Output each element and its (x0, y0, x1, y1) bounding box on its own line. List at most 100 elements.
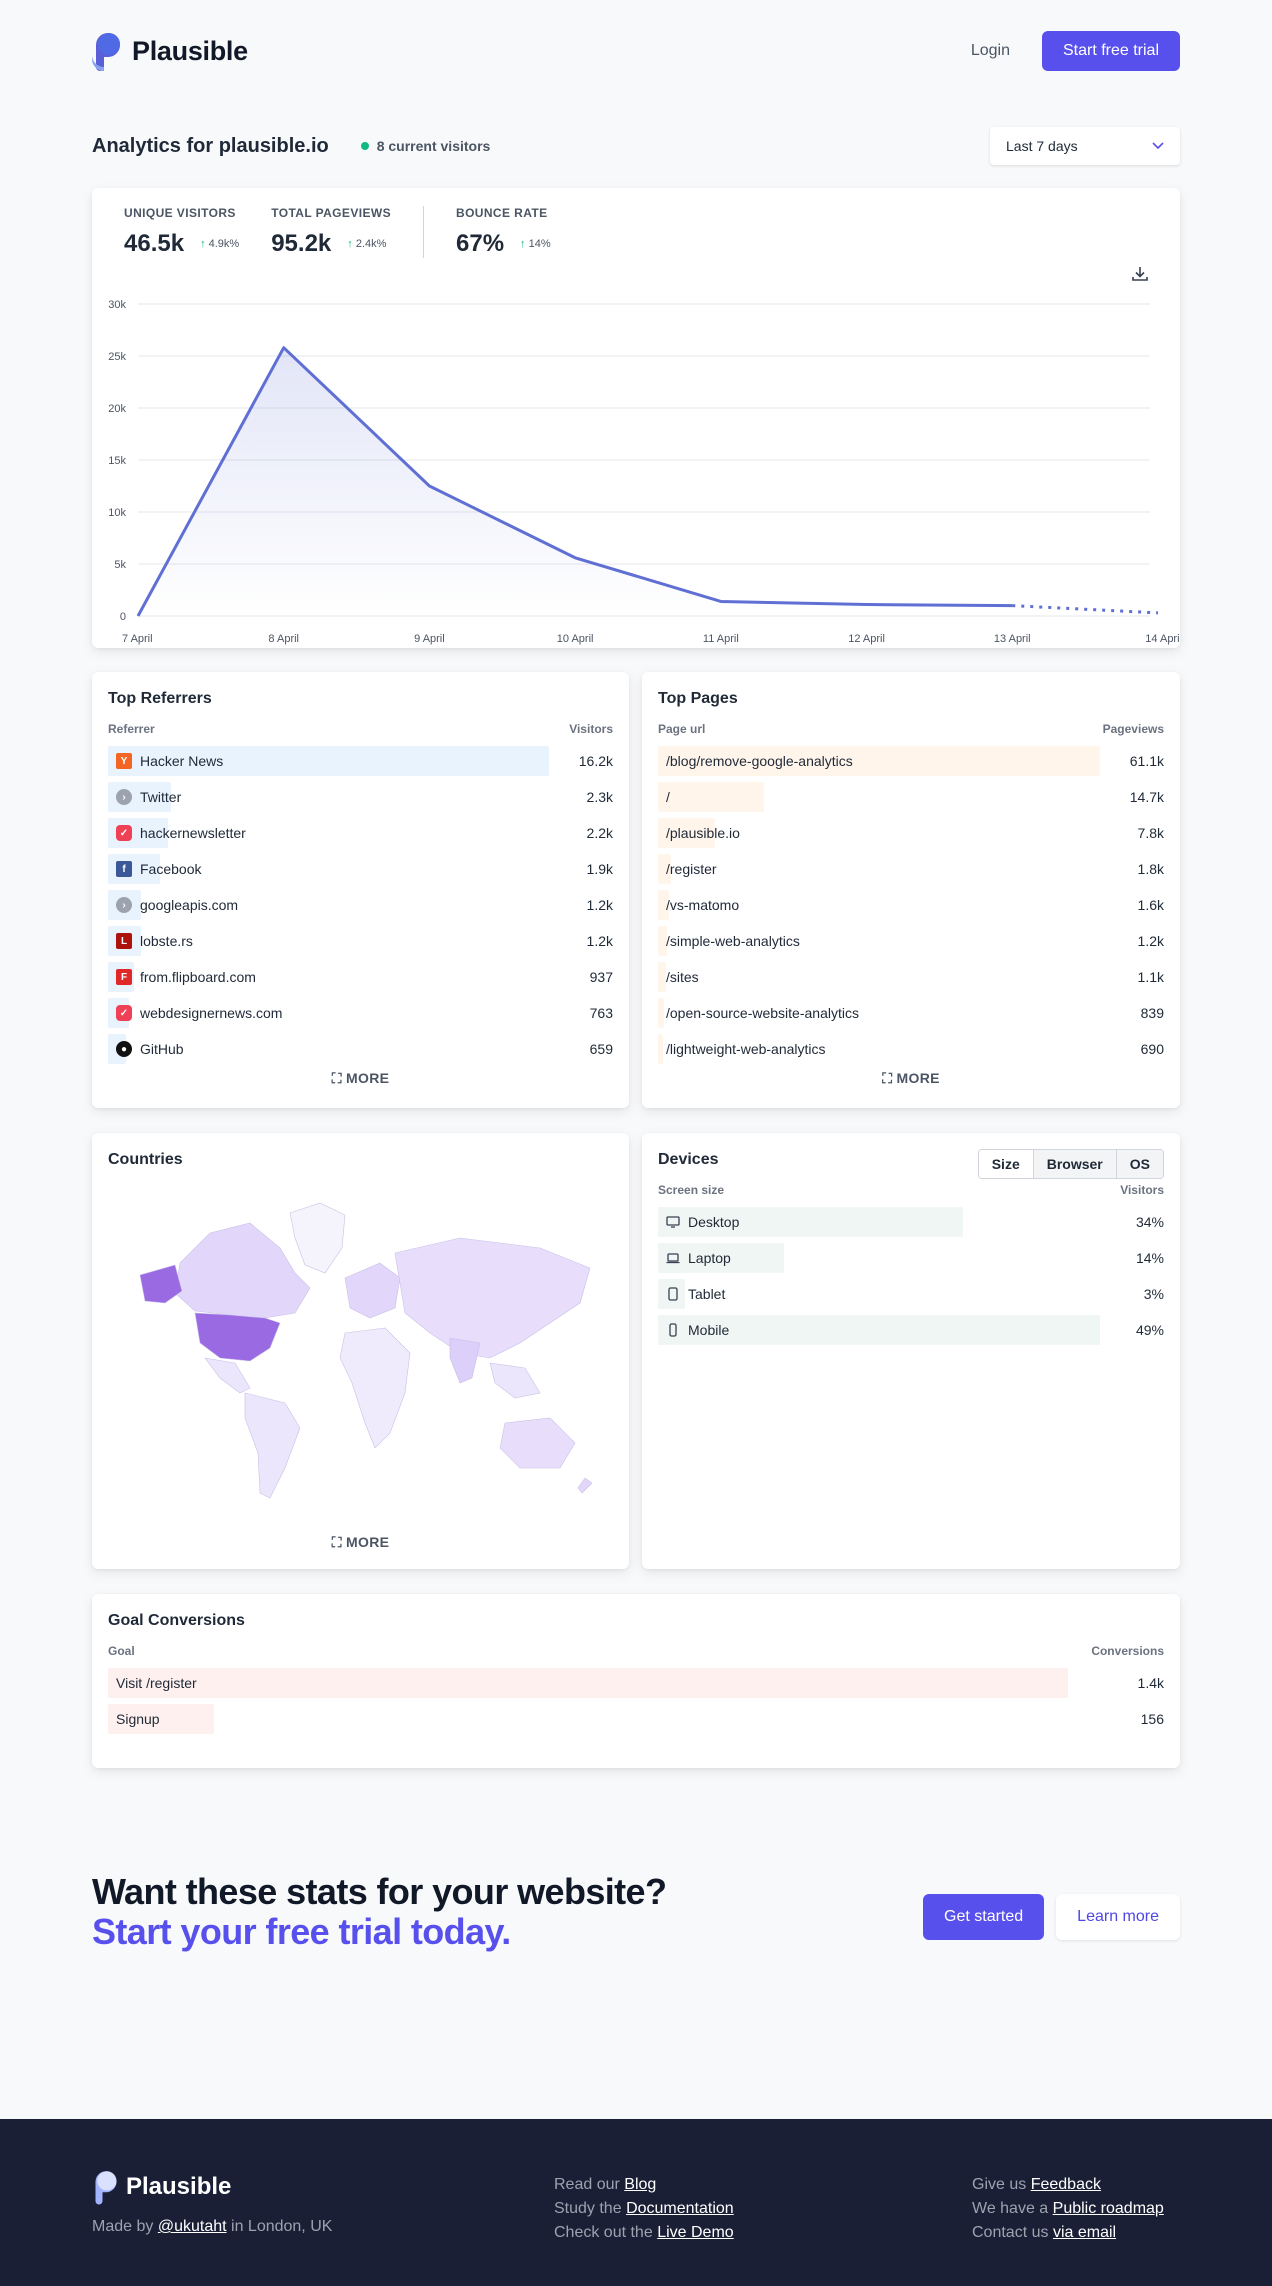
list-row[interactable]: f Facebook 1.9k (108, 854, 613, 884)
contact-link[interactable]: via email (1053, 2224, 1116, 2241)
made-by-suffix: in London, UK (231, 2218, 333, 2235)
login-link[interactable]: Login (971, 42, 1010, 60)
start-trial-button[interactable]: Start free trial (1041, 31, 1180, 71)
blog-prefix: Read our (554, 2176, 620, 2193)
row-value: 16.2k (578, 753, 613, 769)
row-value: 659 (589, 1041, 613, 1057)
row-label: /sites (658, 969, 699, 985)
list-row[interactable]: /lightweight-web-analytics 690 (658, 1034, 1164, 1064)
list-row[interactable]: ✓ webdesignernews.com 763 (108, 998, 613, 1028)
x-tick-label: 10 April (557, 633, 594, 645)
card-title: Top Referrers (108, 690, 212, 707)
list-row[interactable]: /register 1.8k (658, 854, 1164, 884)
list-row[interactable]: /simple-web-analytics 1.2k (658, 926, 1164, 956)
list-row[interactable]: /sites 1.1k (658, 962, 1164, 992)
list-row[interactable]: Llobste.rs 1.2k (108, 926, 613, 956)
list-row[interactable]: Y Hacker News 16.2k (108, 746, 613, 776)
list-row[interactable]: Visit /register 1.4k (108, 1668, 1164, 1698)
goal-conversions-card: Goal Conversions Goal Conversions Visit … (92, 1594, 1180, 1768)
download-icon[interactable] (1130, 264, 1150, 284)
row-label-text: googleapis.com (140, 897, 239, 913)
cta-buttons: Get started Learn more (923, 1894, 1180, 1940)
contact-prefix: Contact us (972, 2224, 1049, 2241)
list-row[interactable]: ● GitHub 659 (108, 1034, 613, 1064)
row-label: /open-source-website-analytics (658, 1005, 859, 1021)
row-label-text: /sites (666, 969, 699, 985)
stat-change-value: 2.4k% (355, 238, 387, 250)
card-title: Countries (108, 1151, 183, 1168)
row-label-text: /plausible.io (666, 825, 740, 841)
series-area (138, 347, 1013, 616)
list-row[interactable]: Desktop 34% (658, 1207, 1164, 1237)
stat-total-pageviews[interactable]: TOTAL PAGEVIEWS 95.2k ↑ 2.4k% (271, 206, 423, 258)
author-link[interactable]: @ukutaht (158, 2218, 227, 2235)
feedback-link[interactable]: Feedback (1031, 2176, 1101, 2193)
col-value: Visitors (569, 722, 613, 736)
stat-change-value: 4.9k% (208, 238, 240, 250)
page-list: /blog/remove-google-analytics 61.1k / 14.7k… (658, 746, 1164, 1064)
more-referrers-button[interactable]: ⛶ MORE (108, 1070, 613, 1087)
row-label-text: Facebook (140, 861, 202, 877)
row-value: 34% (1135, 1214, 1164, 1230)
cta-section: Want these stats for your website? Start… (92, 1872, 1180, 1972)
list-row[interactable]: Laptop 14% (658, 1243, 1164, 1273)
made-by: Made by @ukutaht in London, UK (92, 2215, 332, 2239)
more-countries-button[interactable]: ⛶ MORE (92, 1534, 629, 1551)
list-row[interactable]: /blog/remove-google-analytics 61.1k (658, 746, 1164, 776)
list-row[interactable]: ✓ hackernewsletter 2.2k (108, 818, 613, 848)
tab-os[interactable]: OS (1116, 1150, 1163, 1178)
list-row[interactable]: / 14.7k (658, 782, 1164, 812)
x-tick-label: 8 April (268, 633, 299, 645)
list-row[interactable]: › googleapis.com 1.2k (108, 890, 613, 920)
row-label: Visit /register (108, 1675, 197, 1691)
list-row[interactable]: › Twitter 2.3k (108, 782, 613, 812)
row-value: 1.8k (1137, 861, 1164, 877)
map-south-america (244, 1392, 301, 1499)
docs-link[interactable]: Documentation (626, 2200, 734, 2217)
list-row[interactable]: /open-source-website-analytics 839 (658, 998, 1164, 1028)
period-picker[interactable]: Last 7 days (990, 127, 1180, 165)
current-visitors[interactable]: 8 current visitors (360, 138, 490, 154)
stat-unique-visitors[interactable]: UNIQUE VISITORS 46.5k ↑ 4.9k% (124, 206, 271, 258)
list-row[interactable]: Tablet 3% (658, 1279, 1164, 1309)
roadmap-link[interactable]: Public roadmap (1053, 2200, 1164, 2217)
col-value: Visitors (1120, 1183, 1164, 1197)
row-value: 937 (589, 969, 613, 985)
y-tick-label: 30k (108, 299, 126, 311)
visitors-line-chart: 0 5k 10k 15k 20k 25k 30k 7 April 8 April 9 April 1… (108, 299, 1180, 645)
brand-logo[interactable]: Plausible (92, 31, 248, 71)
live-demo-link[interactable]: Live Demo (657, 2224, 733, 2241)
roadmap-prefix: We have a (972, 2200, 1049, 2217)
get-started-button[interactable]: Get started (923, 1894, 1045, 1940)
row-label-text: hackernewsletter (140, 825, 246, 841)
referrer-list: Y Hacker News 16.2k › Twitter 2.3k ✓ hackernews… (108, 746, 613, 1064)
learn-more-button[interactable]: Learn more (1056, 1894, 1180, 1940)
row-value: 156 (1140, 1711, 1164, 1727)
tab-size[interactable]: Size (978, 1150, 1034, 1178)
row-value: 1.9k (586, 861, 613, 877)
x-tick-label: 9 April (414, 633, 445, 645)
chevron-down-icon (1152, 139, 1164, 153)
list-row[interactable]: /plausible.io 7.8k (658, 818, 1164, 848)
list-row[interactable]: Ffrom.flipboard.com 937 (108, 962, 613, 992)
row-value: 839 (1140, 1005, 1164, 1021)
tab-browser[interactable]: Browser (1033, 1150, 1117, 1178)
world-map[interactable] (120, 1193, 600, 1513)
list-row[interactable]: Signup 156 (108, 1704, 1164, 1734)
stat-value: 95.2k (271, 230, 332, 257)
row-value: 763 (589, 1005, 613, 1021)
row-label: / (658, 789, 670, 805)
row-label-text: Tablet (688, 1286, 726, 1302)
map-europe (344, 1262, 401, 1319)
col-label: Goal (108, 1644, 135, 1658)
blog-link[interactable]: Blog (624, 2176, 656, 2193)
list-row[interactable]: Mobile 49% (658, 1315, 1164, 1345)
list-header: Referrer Visitors (108, 722, 613, 736)
footer-links-col-2: Give us Feedback We have a Public roadma… (972, 2173, 1164, 2245)
row-label: Llobste.rs (108, 933, 193, 949)
list-row[interactable]: /vs-matomo 1.6k (658, 890, 1164, 920)
stat-bounce-rate[interactable]: BOUNCE RATE 67% ↑ 14% (423, 206, 583, 258)
footer-logo[interactable]: Plausible (92, 2169, 332, 2205)
more-pages-button[interactable]: ⛶ MORE (658, 1070, 1164, 1087)
pocket-icon: ✓ (116, 825, 132, 841)
